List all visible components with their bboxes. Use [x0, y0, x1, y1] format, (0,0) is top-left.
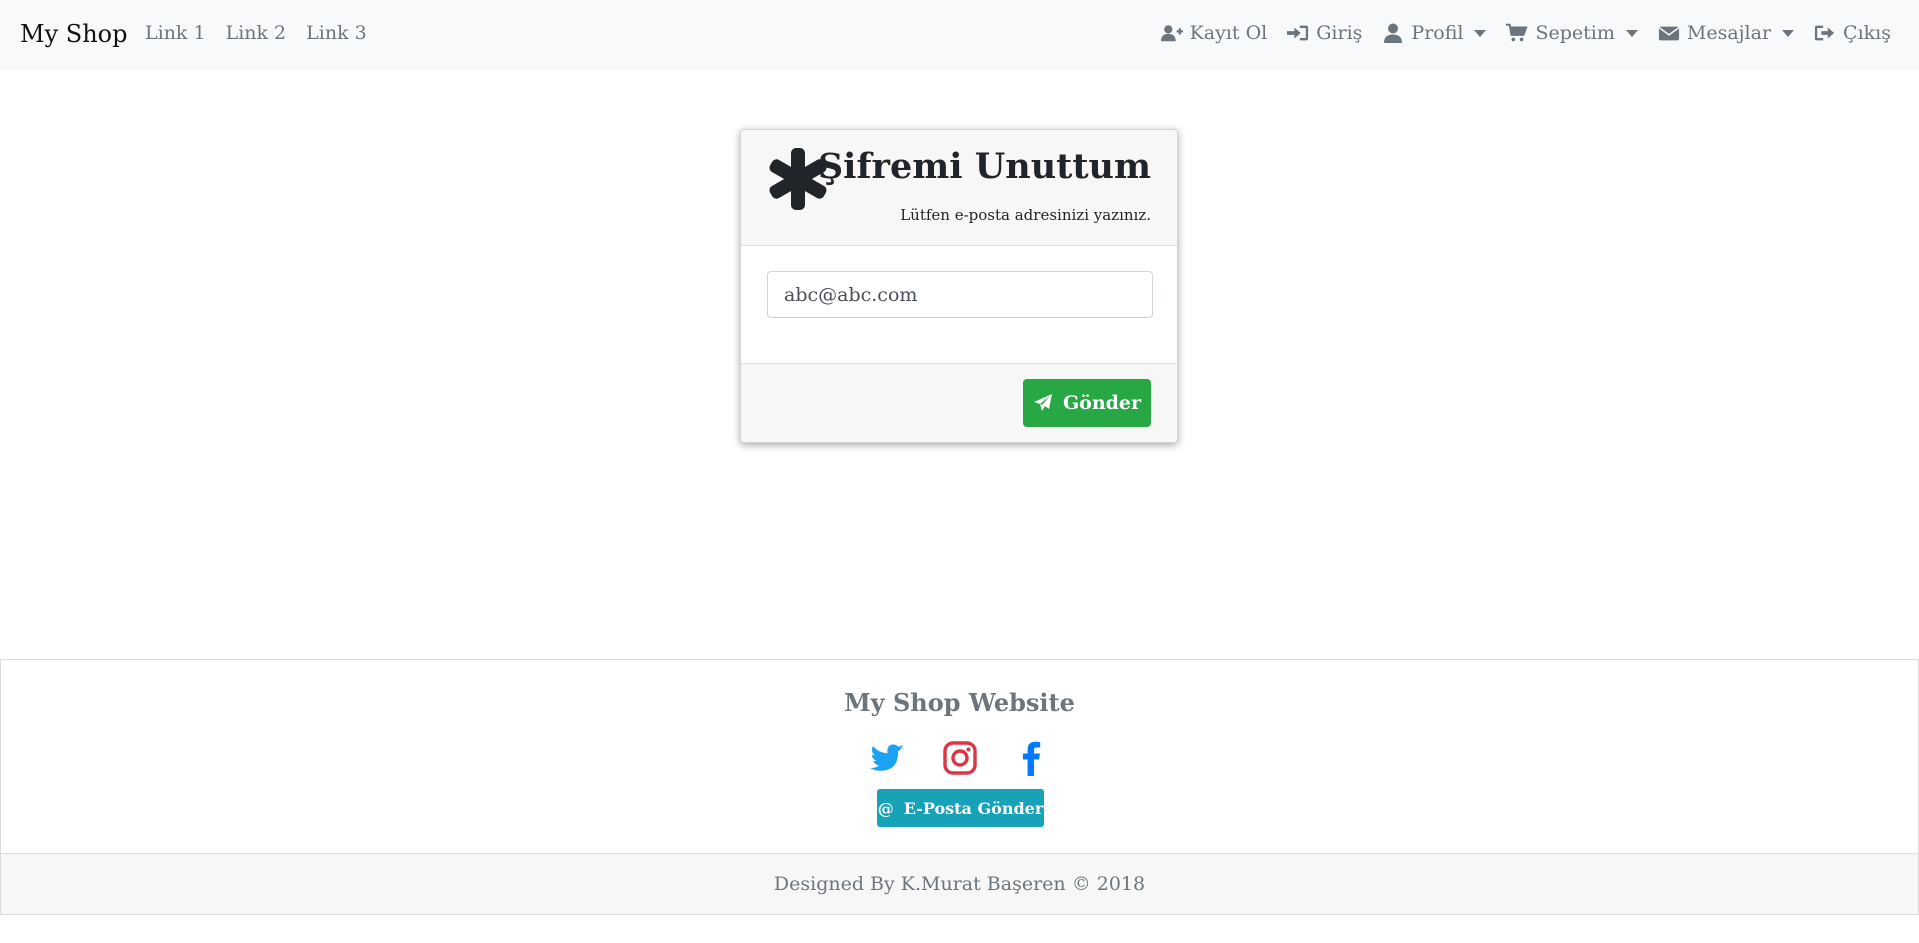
navbar: My Shop Link 1 Link 2 Link 3 Kayıt Ol Gi…: [0, 0, 1919, 70]
logout-link[interactable]: Çıkış: [1814, 22, 1891, 44]
page-title: Şifremi Unuttum: [817, 146, 1151, 187]
user-icon: [1384, 23, 1403, 43]
twitter-icon[interactable]: [869, 740, 906, 776]
messages-dropdown[interactable]: Mesajlar: [1658, 22, 1795, 44]
messages-label: Mesajlar: [1686, 22, 1772, 44]
card-header: Şifremi Unuttum Lütfen e-posta adresiniz…: [741, 130, 1177, 246]
envelope-icon: [1658, 26, 1680, 41]
send-label: Gönder: [1062, 392, 1142, 414]
send-email-button[interactable]: @ E-Posta Gönder: [877, 789, 1044, 827]
instagram-icon[interactable]: [942, 740, 978, 776]
card-footer: Gönder: [741, 363, 1177, 442]
nav-link-3[interactable]: Link 3: [306, 22, 367, 44]
logout-label: Çıkış: [1843, 22, 1891, 44]
page-subtitle: Lütfen e-posta adresinizi yazınız.: [900, 206, 1151, 224]
brand-logo[interactable]: My Shop: [20, 20, 127, 48]
send-button[interactable]: Gönder: [1023, 379, 1151, 427]
copyright-bar: Designed By K.Murat Başeren © 2018: [1, 853, 1918, 914]
user-plus-icon: [1160, 25, 1183, 42]
sign-out-icon: [1814, 25, 1835, 41]
nav-link-2[interactable]: Link 2: [226, 22, 287, 44]
login-link[interactable]: Giriş: [1287, 22, 1362, 44]
forgot-password-card: Şifremi Unuttum Lütfen e-posta adresiniz…: [740, 129, 1178, 443]
footer-title: My Shop Website: [844, 688, 1075, 717]
nav-link-1[interactable]: Link 1: [145, 22, 206, 44]
nav-links: Link 1 Link 2 Link 3: [145, 22, 367, 44]
chevron-down-icon: [1474, 29, 1487, 37]
cart-label: Sepetim: [1535, 22, 1615, 44]
register-link[interactable]: Kayıt Ol: [1160, 22, 1268, 44]
site-footer: My Shop Website @ E-Posta Gönder Designe…: [0, 659, 1919, 915]
paper-plane-icon: [1033, 394, 1052, 411]
cart-icon: [1506, 23, 1529, 42]
chevron-down-icon: [1782, 29, 1795, 37]
chevron-down-icon: [1625, 29, 1638, 37]
copyright-text: Designed By K.Murat Başeren © 2018: [773, 873, 1146, 895]
sign-in-icon: [1287, 25, 1309, 41]
login-label: Giriş: [1316, 22, 1363, 44]
profile-label: Profil: [1411, 22, 1464, 44]
cart-dropdown[interactable]: Sepetim: [1506, 22, 1638, 44]
social-links: [1, 740, 1918, 776]
register-label: Kayıt Ol: [1189, 22, 1268, 44]
profile-dropdown[interactable]: Profil: [1382, 22, 1487, 44]
send-email-label: E-Posta Gönder: [903, 798, 1044, 818]
email-field[interactable]: [767, 271, 1153, 318]
at-icon: @: [877, 798, 894, 818]
facebook-icon[interactable]: [1014, 740, 1050, 776]
nav-user-menu: Kayıt Ol Giriş Profil Sepetim Mesajlar Ç…: [1160, 22, 1891, 44]
